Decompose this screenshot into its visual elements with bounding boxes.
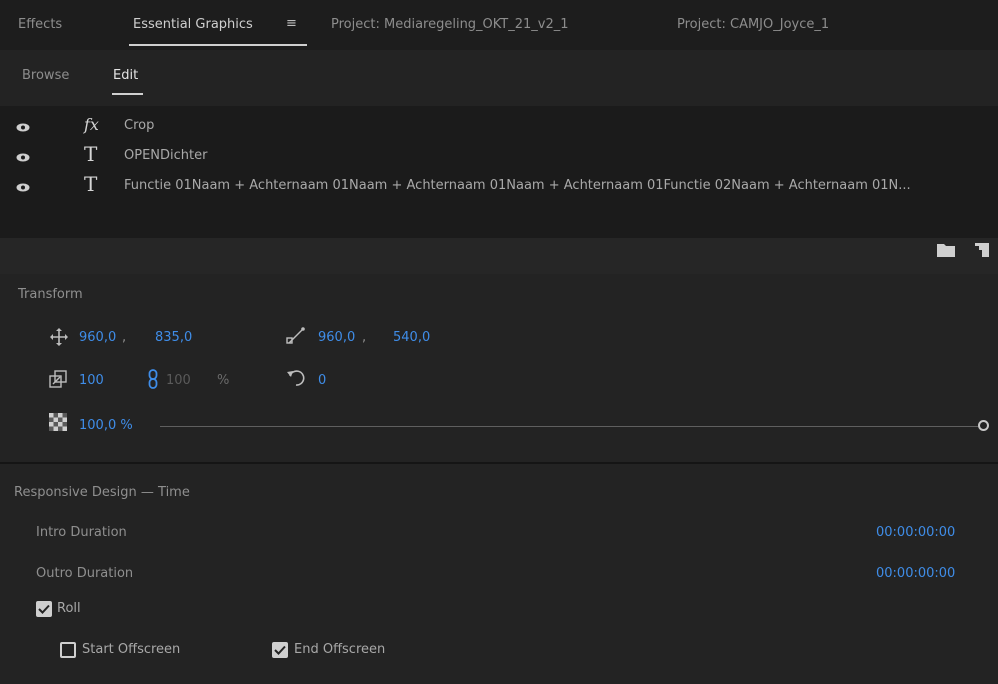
checkmark-icon — [38, 604, 50, 614]
active-tab-underline — [129, 44, 307, 46]
tab-project-mediaregeling[interactable]: Project: Mediaregeling_OKT_21_v2_1 — [331, 17, 569, 32]
text-layer-icon: T — [84, 172, 98, 196]
scale-value[interactable]: 100 — [79, 373, 104, 388]
section-divider — [0, 462, 998, 464]
layers-footer — [0, 238, 998, 274]
position-x-value[interactable]: 960,0 — [79, 330, 116, 345]
text-layer-icon: T — [84, 142, 98, 166]
layer-row[interactable]: T Functie 01Naam + Achternaam 01Naam + A… — [0, 172, 998, 200]
rotation-icon — [287, 370, 305, 386]
position-separator: , — [122, 330, 127, 345]
opacity-checkerboard-icon — [49, 413, 67, 431]
rotation-value[interactable]: 0 — [318, 373, 326, 388]
scale-height-value: 100 — [166, 373, 191, 388]
tab-browse[interactable]: Browse — [22, 68, 69, 83]
layer-name: Crop — [124, 118, 155, 133]
start-offscreen-label: Start Offscreen — [82, 642, 181, 657]
anchor-point-icon — [286, 327, 305, 344]
roll-checkbox[interactable] — [36, 601, 52, 617]
scale-icon — [49, 370, 67, 388]
outro-duration-label: Outro Duration — [36, 566, 134, 581]
responsive-design-heading: Responsive Design — Time — [14, 485, 190, 500]
opacity-slider-handle[interactable] — [978, 420, 989, 431]
roll-label: Roll — [57, 601, 81, 616]
tab-essential-graphics[interactable]: Essential Graphics — [133, 17, 253, 32]
eye-icon[interactable] — [16, 183, 30, 192]
eye-icon[interactable] — [16, 153, 30, 162]
position-move-icon — [50, 328, 68, 346]
eye-icon[interactable] — [16, 123, 30, 132]
opacity-value[interactable]: 100,0 % — [79, 418, 133, 433]
folder-icon[interactable] — [937, 243, 955, 257]
edit-tab-underline — [112, 93, 143, 95]
intro-duration-label: Intro Duration — [36, 525, 127, 540]
end-offscreen-checkbox[interactable] — [272, 642, 288, 658]
hamburger-menu-icon[interactable]: ≡ — [286, 16, 297, 31]
layer-row[interactable]: fx Crop — [0, 112, 998, 140]
opacity-slider-track[interactable] — [160, 426, 978, 427]
transform-heading: Transform — [18, 287, 83, 302]
end-offscreen-label: End Offscreen — [294, 642, 386, 657]
new-layer-icon[interactable] — [975, 243, 989, 257]
outro-duration-value[interactable]: 00:00:00:00 — [876, 566, 955, 581]
checkmark-icon — [274, 645, 286, 655]
anchor-separator: , — [362, 330, 367, 345]
link-icon[interactable] — [148, 369, 158, 389]
layer-name: Functie 01Naam + Achternaam 01Naam + Ach… — [124, 178, 911, 193]
tab-project-camjo[interactable]: Project: CAMJO_Joyce_1 — [677, 17, 829, 32]
start-offscreen-checkbox[interactable] — [60, 642, 76, 658]
anchor-y-value[interactable]: 540,0 — [393, 330, 430, 345]
scale-unit: % — [217, 373, 230, 388]
layer-row[interactable]: T OPENDichter — [0, 142, 998, 170]
anchor-x-value[interactable]: 960,0 — [318, 330, 355, 345]
tab-edit[interactable]: Edit — [113, 68, 138, 83]
sub-tab-bar — [0, 50, 998, 106]
fx-icon: fx — [84, 115, 99, 134]
intro-duration-value[interactable]: 00:00:00:00 — [876, 525, 955, 540]
position-y-value[interactable]: 835,0 — [155, 330, 192, 345]
layer-name: OPENDichter — [124, 148, 208, 163]
tab-effects[interactable]: Effects — [18, 17, 62, 32]
